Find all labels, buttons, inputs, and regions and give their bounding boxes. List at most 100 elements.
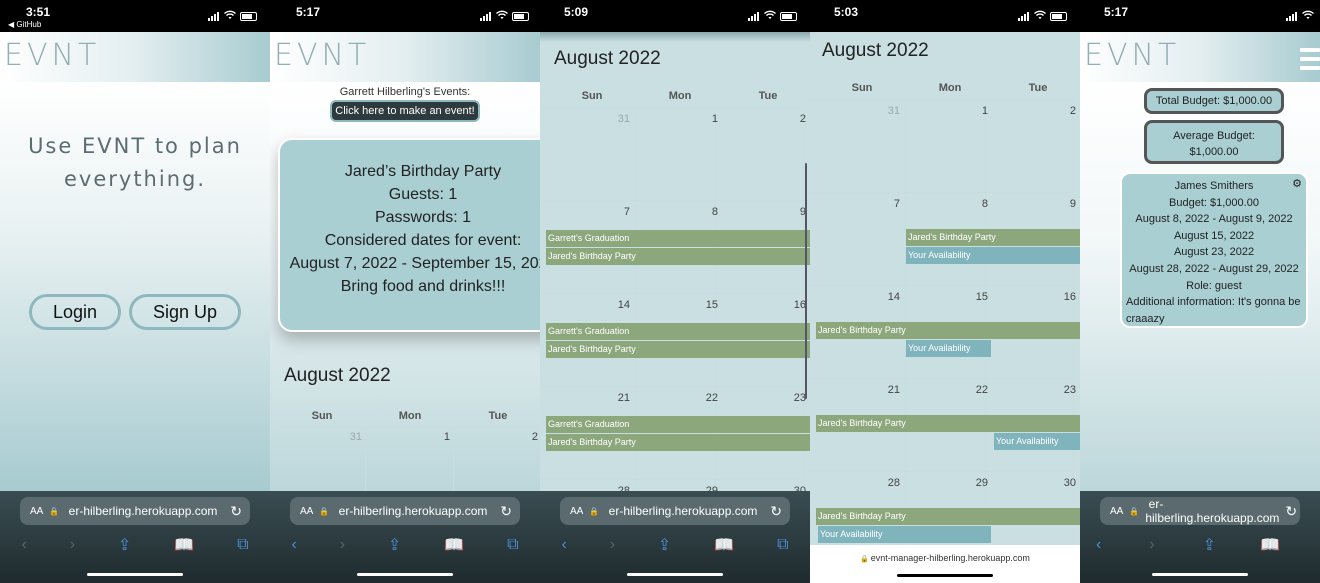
event-bar-birthday[interactable]: Jared's Birthday Party [816,322,1080,339]
url-bar[interactable]: AA 🔒 er-hilberling.herokuapp.com ↻ [560,497,790,525]
safari-compact-bar[interactable]: 🔒 evnt-manager-hilberling.herokuapp.com [810,545,1080,583]
reload-icon[interactable]: ↻ [770,503,782,520]
forward-icon[interactable]: › [1149,536,1154,554]
back-icon[interactable]: ‹ [561,536,566,554]
event-bar-birthday[interactable]: Jared's Birthday Party [546,341,810,358]
event-card[interactable]: Jared’s Birthday Party Guests: 1 Passwor… [278,138,540,332]
share-icon[interactable]: ⇪ [1203,535,1216,555]
browser-nav: ‹ › ⇪ 📖 ⧉ [540,533,810,557]
calendar-title: August 2022 [822,40,929,61]
event-bar-graduation[interactable]: Garrett's Graduation [546,416,810,433]
availability-bar[interactable]: Your Availability [818,526,991,543]
event-bar-birthday[interactable]: Jared's Birthday Party [816,508,1080,525]
back-icon[interactable]: ‹ [21,536,26,554]
text-size-button[interactable]: AA [300,506,313,517]
text-size-button[interactable]: AA [570,506,583,517]
status-time: 5:17 [296,5,321,19]
battery-icon [780,12,797,21]
day-number: 31 [887,105,900,117]
guest-card[interactable]: ⚙ James Smithers Budget: $1,000.00 Augus… [1120,172,1308,328]
bookmarks-icon[interactable]: 📖 [714,535,734,555]
safari-toolbar: AA 🔒 er-hilberling.herokuapp.com ↻ ‹ › ⇪… [1080,491,1320,583]
event-bar-birthday[interactable]: Jared's Birthday Party [906,229,1080,246]
tagline-line-2: everything. [63,167,207,191]
text-size-button[interactable]: AA [30,506,43,517]
url-bar[interactable]: AA 🔒 er-hilberling.herokuapp.com ↻ [1100,497,1300,525]
forward-icon[interactable]: › [610,536,615,554]
tabs-icon[interactable]: ⧉ [507,536,518,554]
panel-budget: 5:17 EVNT Total Budget: $1,000.00 Averag… [1080,0,1320,583]
menu-icon[interactable] [1300,48,1320,75]
availability-bar[interactable]: Your Availability [994,433,1080,450]
lock-icon: 🔒 [1129,506,1140,516]
evnt-logo[interactable]: EVNT [1084,38,1180,73]
calendar-title: August 2022 [554,48,661,69]
home-indicator [897,574,993,577]
browser-nav: ‹ › ⇪ 📖 ⧉ [0,533,270,557]
home-indicator [357,573,453,576]
panel-events: 5:17 EVNT Garrett Hilberling's Events: C… [270,0,540,583]
day-number: 22 [705,392,718,404]
guest-name: James Smithers [1174,180,1254,192]
status-bar: 5:03 [810,0,1080,32]
evnt-logo[interactable]: EVNT [274,38,370,73]
bookmarks-icon[interactable]: 📖 [1260,535,1280,555]
reload-icon[interactable]: ↻ [230,503,242,520]
tagline: Use EVNT to plan everything. [0,130,270,196]
event-bar-birthday[interactable]: Jared's Birthday Party [816,415,1080,432]
day-number: 2 [531,431,538,443]
bookmarks-icon[interactable]: 📖 [174,535,194,555]
safari-toolbar: AA 🔒 er-hilberling.herokuapp.com ↻ ‹ › ⇪… [540,491,810,583]
calendar-title: August 2022 [284,365,391,386]
tabs-icon[interactable]: ⧉ [777,536,788,554]
day-number: 31 [349,431,362,443]
event-note: Bring food and drinks!!! [340,278,506,295]
day-number: 23 [1063,384,1076,396]
forward-icon[interactable]: › [70,536,75,554]
signup-button[interactable]: Sign Up [129,294,241,330]
day-number: 21 [887,384,900,396]
screenshot-collage: 3:51 ◀ GitHub EVNT Use EVNT to plan ever… [0,0,1320,583]
back-icon[interactable]: ‹ [1096,536,1101,554]
forward-icon[interactable]: › [340,536,345,554]
event-bar-birthday[interactable]: Jared's Birthday Party [546,434,810,451]
day-number: 15 [975,291,988,303]
status-bar: 5:17 [270,0,540,32]
back-icon[interactable]: ‹ [291,536,296,554]
evnt-logo[interactable]: EVNT [4,38,100,73]
signal-icon [480,12,491,21]
day-number: 14 [617,299,630,311]
tabs-icon[interactable]: ⧉ [237,536,248,554]
status-time: 5:17 [1104,5,1129,19]
share-icon[interactable]: ⇪ [118,535,131,555]
event-bar-birthday[interactable]: Jared's Birthday Party [546,248,810,265]
scrollbar[interactable] [805,163,807,399]
bookmarks-icon[interactable]: 📖 [444,535,464,555]
share-icon[interactable]: ⇪ [388,535,401,555]
share-icon[interactable]: ⇪ [658,535,671,555]
status-bar: 3:51 ◀ GitHub [0,0,270,32]
url-bar[interactable]: AA 🔒 er-hilberling.herokuapp.com ↻ [20,497,250,525]
text-size-button[interactable]: AA [1110,506,1123,517]
signal-icon [1018,12,1029,21]
guest-date: August 15, 2022 [1173,229,1255,242]
weekday-mon: Mon [398,410,422,422]
weekday-1: Mon [938,82,962,94]
battery-icon [240,12,257,21]
availability-bar[interactable]: Your Availability [906,247,1080,264]
signal-icon [1286,12,1297,21]
gear-icon[interactable]: ⚙ [1292,176,1302,193]
login-button[interactable]: Login [29,294,121,330]
safari-toolbar: AA 🔒 er-hilberling.herokuapp.com ↻ ‹ › ⇪… [270,491,540,583]
event-bar-graduation[interactable]: Garrett's Graduation [546,323,810,340]
availability-bar[interactable]: Your Availability [906,340,991,357]
guest-budget: Budget: $1,000.00 [1169,196,1259,209]
reload-icon[interactable]: ↻ [500,503,512,520]
url-bar[interactable]: AA 🔒 er-hilberling.herokuapp.com ↻ [290,497,520,525]
make-event-button[interactable]: Click here to make an event! [330,100,480,122]
event-bar-graduation[interactable]: Garrett's Graduation [546,230,810,247]
reload-icon[interactable]: ↻ [1285,503,1297,520]
day-number: 7 [623,206,630,218]
day-number: 22 [975,384,988,396]
back-to-github-link[interactable]: ◀ GitHub [8,20,41,29]
